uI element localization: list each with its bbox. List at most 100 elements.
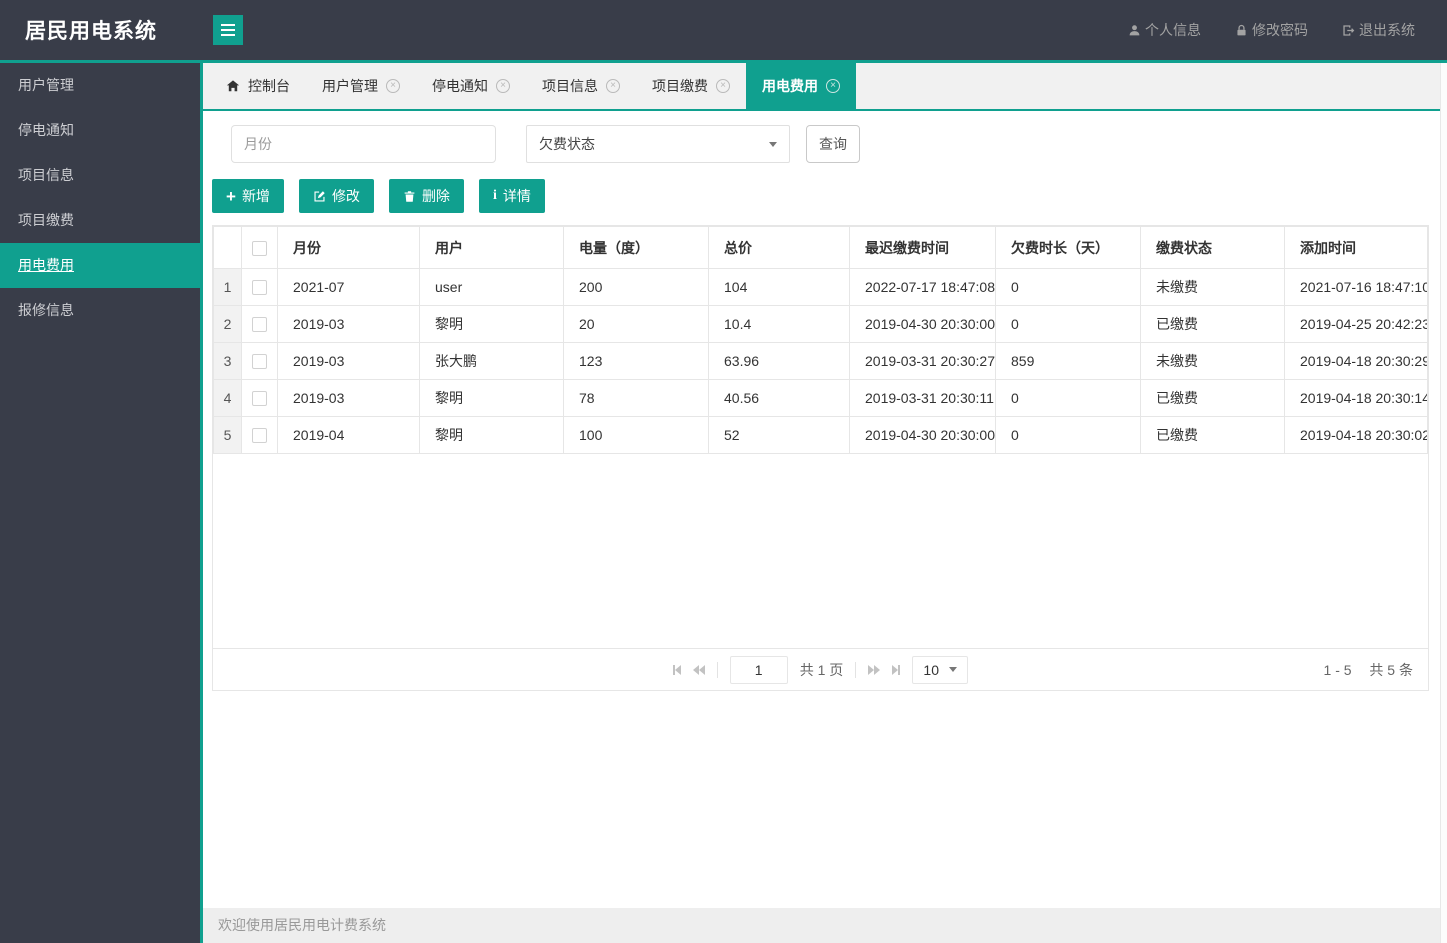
cell-overdue: 0 xyxy=(996,417,1141,454)
cell-price: 52 xyxy=(709,417,850,454)
sidebar-item-repair-info[interactable]: 报修信息 xyxy=(0,288,200,333)
profile-link[interactable]: 个人信息 xyxy=(1128,20,1201,40)
tab-console[interactable]: 控制台 xyxy=(210,63,306,109)
prev-page-button[interactable] xyxy=(693,665,705,675)
cell-degree: 100 xyxy=(564,417,709,454)
row-number-header xyxy=(214,227,242,269)
info-icon: i xyxy=(493,188,497,204)
row-checkbox[interactable] xyxy=(252,354,267,369)
col-header-degree: 电量（度） xyxy=(564,227,709,269)
cell-month: 2019-03 xyxy=(278,306,420,343)
logout-link[interactable]: 退出系统 xyxy=(1342,20,1415,40)
sidebar-item-project-payment[interactable]: 项目缴费 xyxy=(0,198,200,243)
chevron-down-icon xyxy=(769,142,777,147)
sidebar-toggle-button[interactable] xyxy=(213,15,243,45)
first-page-button[interactable] xyxy=(673,665,681,675)
change-password-label: 修改密码 xyxy=(1252,20,1308,40)
pagination-divider xyxy=(717,662,718,678)
cell-user: 黎明 xyxy=(420,417,564,454)
logout-label: 退出系统 xyxy=(1359,20,1415,40)
cell-added: 2019-04-18 20:30:02 xyxy=(1285,417,1428,454)
row-checkbox[interactable] xyxy=(252,280,267,295)
app-title: 居民用电系统 xyxy=(0,15,200,45)
search-button[interactable]: 查询 xyxy=(806,125,860,163)
home-icon xyxy=(226,79,240,93)
month-input[interactable] xyxy=(231,125,496,163)
page-size-value: 10 xyxy=(923,662,939,678)
add-button[interactable]: + 新增 xyxy=(212,179,284,213)
sidebar-item-user-management[interactable]: 用户管理 xyxy=(0,63,200,108)
cell-added: 2019-04-25 20:42:23 xyxy=(1285,306,1428,343)
cell-price: 104 xyxy=(709,269,850,306)
app-header: 居民用电系统 个人信息 修改密码 退出系统 xyxy=(0,0,1447,63)
tab-project-info[interactable]: 项目信息 × xyxy=(526,63,636,109)
arrears-status-value: 欠费状态 xyxy=(539,134,595,154)
page-number-input[interactable] xyxy=(730,656,788,684)
col-header-deadline: 最迟缴费时间 xyxy=(850,227,996,269)
cell-status: 未缴费 xyxy=(1141,343,1285,380)
tab-bar: 控制台 用户管理 × 停电通知 × 项目信息 × 项目缴费 × 用电费用 × xyxy=(203,63,1440,111)
tab-electricity-fee[interactable]: 用电费用 × xyxy=(746,63,856,109)
logout-icon xyxy=(1342,24,1355,37)
hamburger-icon xyxy=(221,29,235,31)
cell-added: 2019-04-18 20:30:29 xyxy=(1285,343,1428,380)
tab-close-icon[interactable]: × xyxy=(386,79,400,93)
main-area: 控制台 用户管理 × 停电通知 × 项目信息 × 项目缴费 × 用电费用 × 欠… xyxy=(203,63,1440,943)
table-row[interactable]: 2 2019-03 黎明 20 10.4 2019-04-30 20:30:00… xyxy=(214,306,1428,343)
row-checkbox[interactable] xyxy=(252,317,267,332)
row-number: 1 xyxy=(214,269,242,306)
cell-month: 2019-04 xyxy=(278,417,420,454)
cell-month: 2019-03 xyxy=(278,380,420,417)
tab-close-icon[interactable]: × xyxy=(496,79,510,93)
arrears-status-select[interactable]: 欠费状态 xyxy=(526,125,790,163)
col-header-user: 用户 xyxy=(420,227,564,269)
tab-user-management[interactable]: 用户管理 × xyxy=(306,63,416,109)
cell-added: 2019-04-18 20:30:14 xyxy=(1285,380,1428,417)
plus-icon: + xyxy=(226,188,236,205)
cell-overdue: 859 xyxy=(996,343,1141,380)
delete-button[interactable]: 删除 xyxy=(389,179,464,213)
cell-user: user xyxy=(420,269,564,306)
select-all-checkbox[interactable] xyxy=(252,241,267,256)
cell-status: 已缴费 xyxy=(1141,417,1285,454)
scrollbar-track[interactable] xyxy=(1440,63,1447,943)
edit-button[interactable]: 修改 xyxy=(299,179,374,213)
tab-outage-notice[interactable]: 停电通知 × xyxy=(416,63,526,109)
cell-user: 张大鹏 xyxy=(420,343,564,380)
change-password-link[interactable]: 修改密码 xyxy=(1235,20,1308,40)
cell-degree: 78 xyxy=(564,380,709,417)
table-row[interactable]: 3 2019-03 张大鹏 123 63.96 2019-03-31 20:30… xyxy=(214,343,1428,380)
pagination-bar: 共 1 页 10 1 - 5 共 5 条 xyxy=(213,648,1428,690)
row-checkbox[interactable] xyxy=(252,391,267,406)
row-checkbox[interactable] xyxy=(252,428,267,443)
sidebar-item-electricity-fee[interactable]: 用电费用 xyxy=(0,243,200,288)
next-page-button[interactable] xyxy=(868,665,880,675)
tab-project-info-label: 项目信息 xyxy=(542,63,598,109)
total-pages-label: 共 1 页 xyxy=(800,660,844,680)
delete-button-label: 删除 xyxy=(422,186,450,206)
tab-close-icon[interactable]: × xyxy=(606,79,620,93)
table-row[interactable]: 1 2021-07 user 200 104 2022-07-17 18:47:… xyxy=(214,269,1428,306)
cell-status: 已缴费 xyxy=(1141,306,1285,343)
toolbar: + 新增 修改 删除 i 详情 xyxy=(212,179,1429,213)
sidebar: 用户管理 停电通知 项目信息 项目缴费 用电费用 报修信息 xyxy=(0,63,200,943)
add-button-label: 新增 xyxy=(242,186,270,206)
trash-icon xyxy=(403,190,416,203)
last-page-button[interactable] xyxy=(892,665,900,675)
col-header-overdue: 欠费时长（天） xyxy=(996,227,1141,269)
header-links: 个人信息 修改密码 退出系统 xyxy=(1128,20,1447,40)
tab-close-icon[interactable]: × xyxy=(716,79,730,93)
detail-button[interactable]: i 详情 xyxy=(479,179,545,213)
tab-close-icon[interactable]: × xyxy=(826,79,840,93)
user-icon xyxy=(1128,24,1141,37)
tab-electricity-fee-label: 用电费用 xyxy=(762,63,818,109)
table-row[interactable]: 5 2019-04 黎明 100 52 2019-04-30 20:30:00 … xyxy=(214,417,1428,454)
chevron-down-icon xyxy=(949,667,957,672)
table-row[interactable]: 4 2019-03 黎明 78 40.56 2019-03-31 20:30:1… xyxy=(214,380,1428,417)
sidebar-item-outage-notice[interactable]: 停电通知 xyxy=(0,108,200,153)
profile-link-label: 个人信息 xyxy=(1145,20,1201,40)
cell-price: 40.56 xyxy=(709,380,850,417)
page-size-select[interactable]: 10 xyxy=(912,656,968,684)
tab-project-payment[interactable]: 项目缴费 × xyxy=(636,63,746,109)
sidebar-item-project-info[interactable]: 项目信息 xyxy=(0,153,200,198)
